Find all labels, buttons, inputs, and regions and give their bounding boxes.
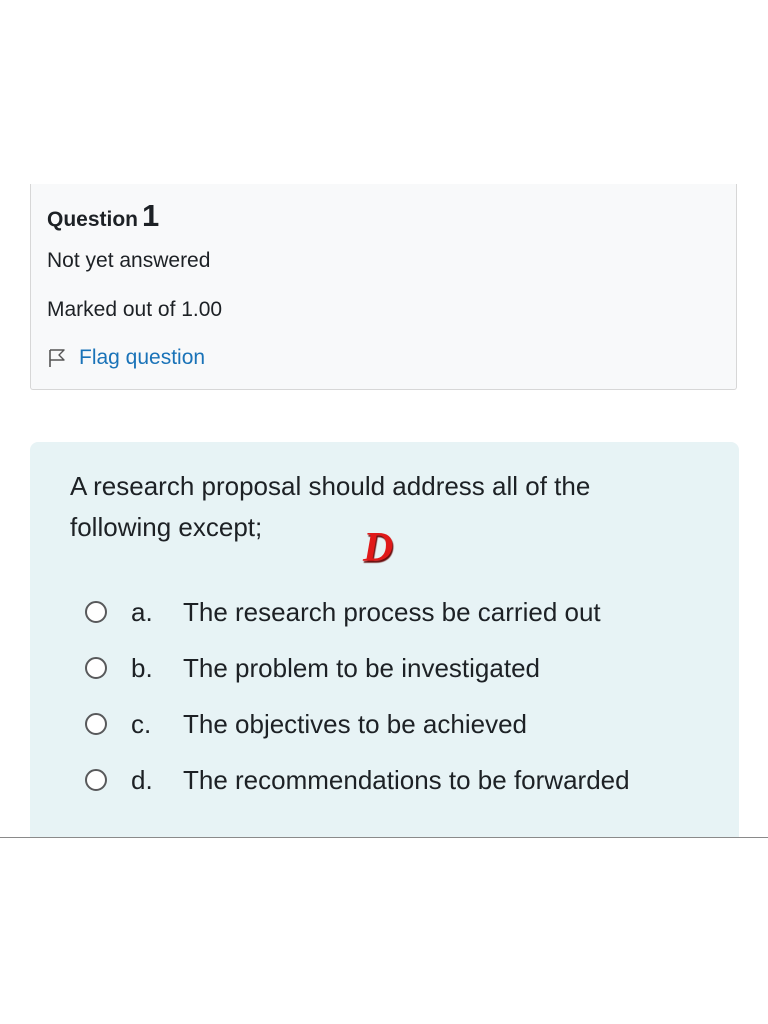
question-number: 1 (142, 198, 160, 233)
radio-unchecked-icon[interactable] (85, 657, 107, 679)
question-number-heading: Question 1 (47, 198, 159, 234)
quiz-page: Question 1 Not yet answered Marked out of… (0, 0, 768, 1024)
option-b[interactable]: b. The problem to be investigated (85, 648, 725, 688)
flag-icon (47, 348, 67, 368)
option-letter: c. (131, 708, 152, 739)
option-letter: d. (131, 764, 153, 795)
question-state: Not yet answered (47, 249, 211, 272)
flag-question-label: Flag question (79, 346, 206, 369)
question-info-panel: Question 1 Not yet answered Marked out of… (30, 184, 737, 390)
option-d[interactable]: d. The recommendations to be forwarded (85, 760, 725, 800)
option-text[interactable]: The objectives to be achieved (183, 709, 527, 740)
option-text[interactable]: The research process be carried out (183, 597, 601, 628)
page-divider (0, 837, 768, 838)
option-c[interactable]: c. The objectives to be achieved (85, 704, 725, 744)
question-content-panel: A research proposal should address all o… (30, 442, 739, 838)
question-word: Question (47, 208, 139, 231)
question-grade: Marked out of 1.00 (47, 298, 223, 321)
radio-unchecked-icon[interactable] (85, 769, 107, 791)
option-text[interactable]: The problem to be investigated (183, 653, 540, 684)
option-letter: a. (131, 596, 153, 627)
option-letter: b. (131, 652, 153, 683)
flag-question-link[interactable]: Flag question (47, 346, 205, 370)
option-text[interactable]: The recommendations to be forwarded (183, 765, 630, 796)
option-a[interactable]: a. The research process be carried out (85, 592, 725, 632)
radio-unchecked-icon[interactable] (85, 601, 107, 623)
handwritten-answer-mark: D (363, 525, 394, 571)
radio-unchecked-icon[interactable] (85, 713, 107, 735)
